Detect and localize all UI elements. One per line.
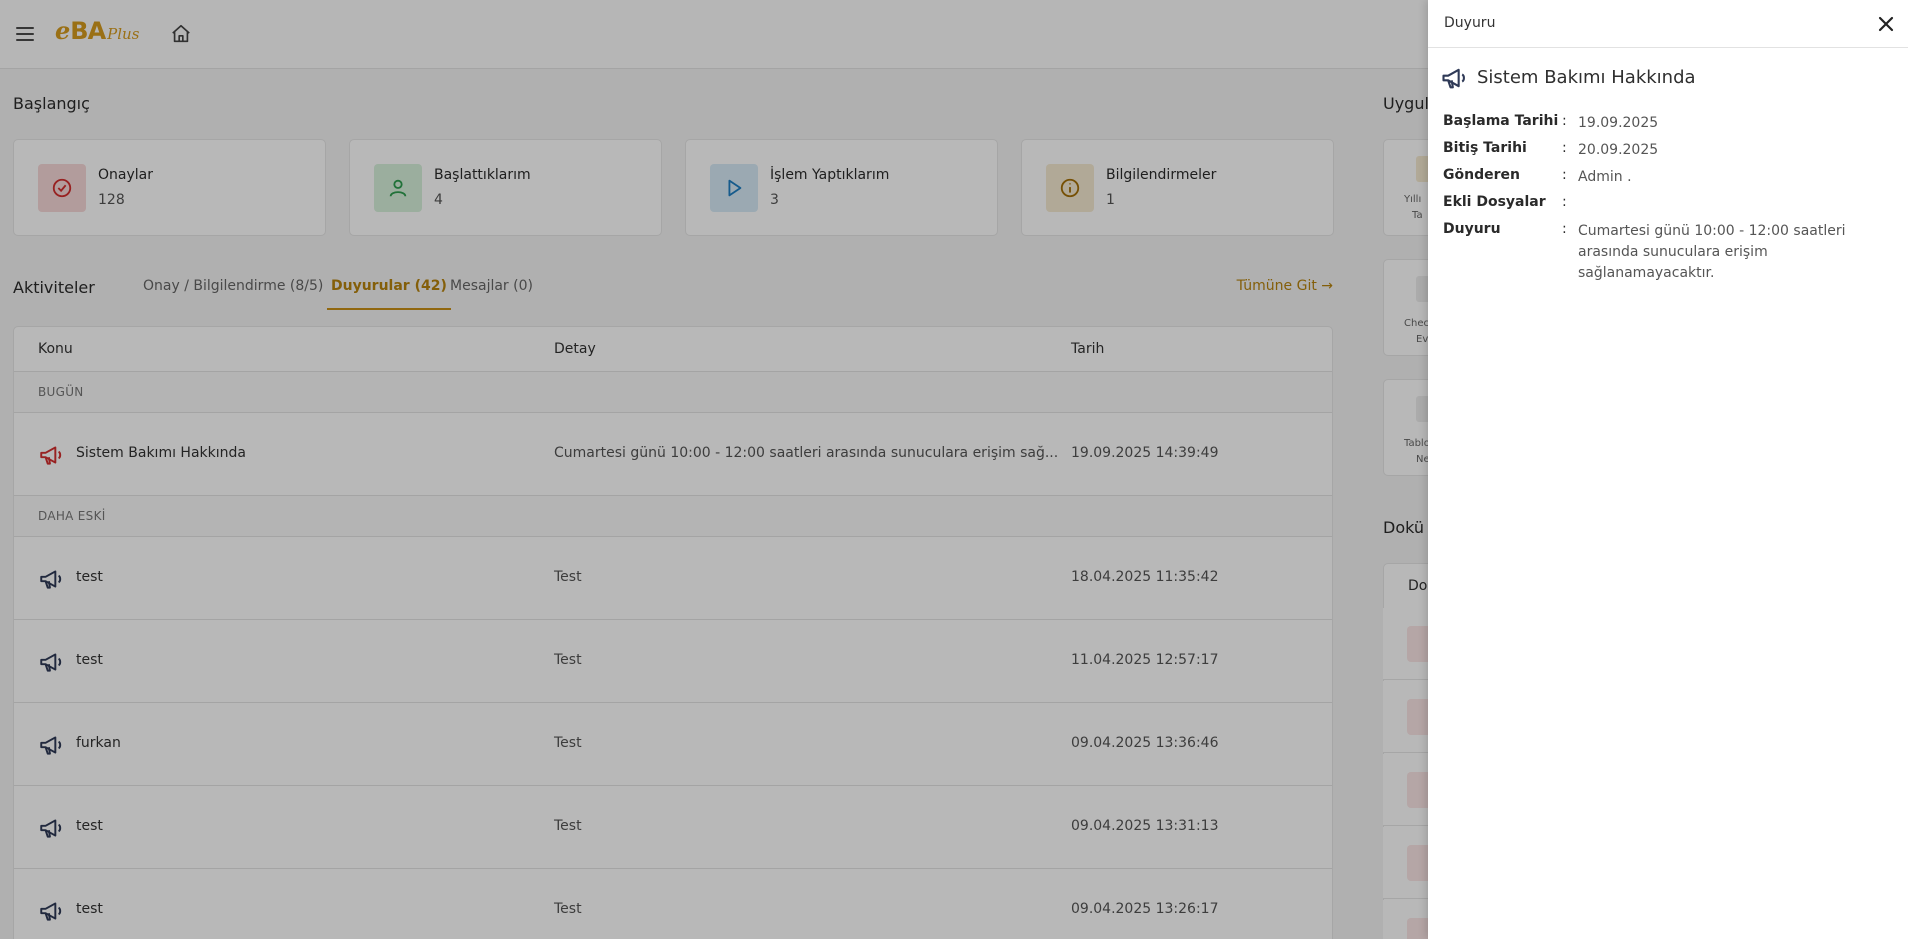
field-value: Cumartesi günü 10:00 - 12:00 saatleri ar… (1578, 223, 1846, 281)
field-key: Duyuru (1443, 221, 1501, 237)
field-value: 19.09.2025 (1578, 115, 1659, 131)
field-key: Başlama Tarihi (1443, 113, 1559, 129)
field-key: Gönderen (1443, 167, 1520, 183)
field-value: 20.09.2025 (1578, 142, 1659, 158)
megaphone-icon (1440, 64, 1468, 92)
drawer-title: Duyuru (1444, 15, 1496, 31)
drawer-header: Duyuru (1428, 0, 1908, 48)
field-key: Ekli Dosyalar (1443, 194, 1546, 210)
announcement-title: Sistem Bakımı Hakkında (1477, 67, 1696, 88)
field-colon: : (1562, 167, 1567, 183)
field-colon: : (1562, 140, 1567, 156)
field-colon: : (1562, 221, 1567, 237)
field-colon: : (1562, 113, 1567, 129)
field-key: Bitiş Tarihi (1443, 140, 1527, 156)
close-icon[interactable] (1876, 14, 1896, 34)
announcement-drawer: Duyuru Sistem Bakımı Hakkında Başlama Ta… (1428, 0, 1908, 939)
field-colon: : (1562, 194, 1567, 210)
field-value: Admin . (1578, 169, 1632, 185)
